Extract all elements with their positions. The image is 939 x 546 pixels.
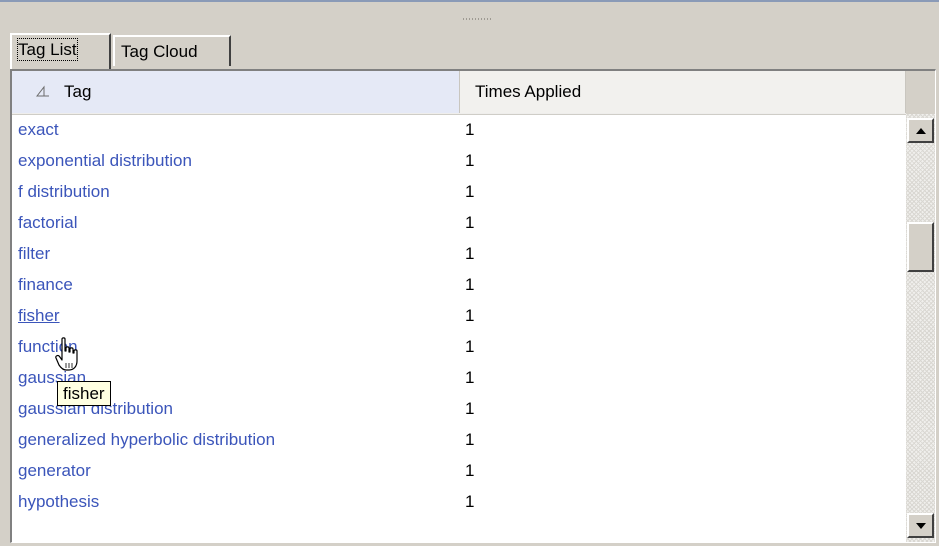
times-applied-value: 1 bbox=[465, 461, 475, 480]
table-row: factorial 1 bbox=[12, 207, 906, 238]
arrow-up-icon bbox=[915, 127, 926, 134]
table-row: gaussian 1 bbox=[12, 362, 906, 393]
table-row: fisher 1 bbox=[12, 300, 906, 331]
hand-pointer-icon bbox=[55, 337, 78, 371]
times-applied-value: 1 bbox=[465, 368, 475, 387]
tag-browser-panel: Tag List Tag Cloud Tag Times Applied exa… bbox=[0, 0, 939, 546]
tag-table: Tag Times Applied exact 1 exponential di… bbox=[10, 69, 936, 543]
times-applied-value: 1 bbox=[465, 399, 475, 418]
table-row: function 1 bbox=[12, 331, 906, 362]
times-applied-value: 1 bbox=[465, 306, 475, 325]
tag-link[interactable]: factorial bbox=[18, 213, 78, 233]
header-corner bbox=[906, 71, 935, 114]
table-row: generator 1 bbox=[12, 455, 906, 486]
tag-link[interactable]: fisher bbox=[18, 306, 60, 326]
column-header-tag[interactable]: Tag bbox=[12, 71, 460, 113]
times-applied-value: 1 bbox=[465, 337, 475, 356]
tag-link[interactable]: finance bbox=[18, 275, 73, 295]
vertical-scrollbar[interactable] bbox=[906, 114, 935, 542]
tag-link[interactable]: hypothesis bbox=[18, 492, 99, 512]
table-row: filter 1 bbox=[12, 238, 906, 269]
arrow-down-icon bbox=[915, 522, 926, 529]
table-row: exact 1 bbox=[12, 114, 906, 145]
table-row: generalized hyperbolic distribution 1 bbox=[12, 424, 906, 455]
tag-link[interactable]: generator bbox=[18, 461, 91, 481]
tag-link[interactable]: exponential distribution bbox=[18, 151, 192, 171]
times-applied-value: 1 bbox=[465, 120, 475, 139]
tab-tag-list[interactable]: Tag List bbox=[10, 33, 111, 69]
scroll-up-button[interactable] bbox=[907, 118, 934, 143]
table-row: f distribution 1 bbox=[12, 176, 906, 207]
column-header-tag-label: Tag bbox=[64, 82, 92, 101]
table-header: Tag Times Applied bbox=[12, 71, 906, 115]
column-header-times-applied[interactable]: Times Applied bbox=[460, 71, 906, 113]
times-applied-value: 1 bbox=[465, 244, 475, 263]
times-applied-value: 1 bbox=[465, 275, 475, 294]
table-row: gaussian distribution 1 bbox=[12, 393, 906, 424]
tab-tag-list-label: Tag List bbox=[17, 38, 78, 61]
table-row: finance 1 bbox=[12, 269, 906, 300]
sort-ascending-icon bbox=[35, 71, 52, 113]
table-body: exact 1 exponential distribution 1 f dis… bbox=[12, 114, 906, 517]
tooltip: fisher bbox=[57, 381, 111, 406]
times-applied-value: 1 bbox=[465, 430, 475, 449]
times-applied-value: 1 bbox=[465, 182, 475, 201]
grip-dots-icon bbox=[463, 18, 493, 22]
panel-resize-grip[interactable] bbox=[0, 0, 939, 26]
tag-link[interactable]: f distribution bbox=[18, 182, 110, 202]
scrollbar-thumb[interactable] bbox=[907, 222, 934, 272]
tag-link[interactable]: filter bbox=[18, 244, 50, 264]
column-header-times-applied-label: Times Applied bbox=[475, 82, 582, 101]
tag-link[interactable]: generalized hyperbolic distribution bbox=[18, 430, 275, 450]
table-row: hypothesis 1 bbox=[12, 486, 906, 517]
times-applied-value: 1 bbox=[465, 151, 475, 170]
tab-tag-cloud-label: Tag Cloud bbox=[121, 42, 198, 61]
scroll-down-button[interactable] bbox=[907, 513, 934, 538]
tab-tag-cloud[interactable]: Tag Cloud bbox=[113, 35, 231, 66]
times-applied-value: 1 bbox=[465, 213, 475, 232]
tag-link[interactable]: exact bbox=[18, 120, 59, 140]
times-applied-value: 1 bbox=[465, 492, 475, 511]
table-row: exponential distribution 1 bbox=[12, 145, 906, 176]
